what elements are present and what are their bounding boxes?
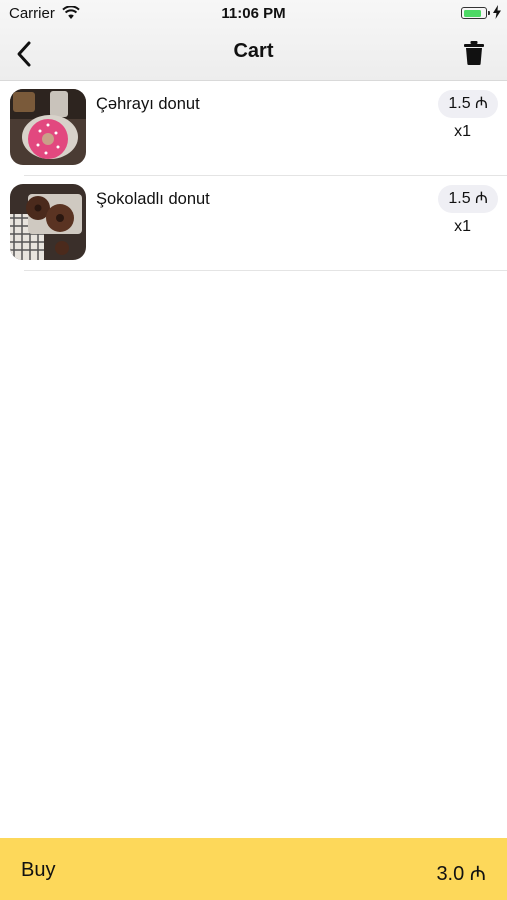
cart-item[interactable]: Çəhrayı donut 1.5 ₼ x1 [0,81,507,176]
item-quantity: x1 [454,123,471,140]
item-quantity: x1 [454,218,471,235]
buy-total: 3.0 ₼ [436,863,486,885]
item-name: Şokoladlı donut [96,190,210,208]
buy-button[interactable]: Buy 3.0 ₼ [0,838,507,900]
price-badge: 1.5 ₼ [438,90,498,118]
item-name: Çəhrayı donut [96,95,200,113]
battery-level [463,9,482,17]
battery-icon [461,7,490,19]
cart-list: Çəhrayı donut 1.5 ₼ x1 Şokoladlı donut 1… [0,81,507,271]
trash-icon[interactable] [463,40,485,66]
pink-donut-image [10,89,86,165]
page-title: Cart [233,40,274,62]
chocolate-donut-image [10,184,86,260]
price-badge: 1.5 ₼ [438,185,498,213]
buy-label: Buy [21,859,56,881]
top-bar: Carrier 11:06 PM Cart [0,0,507,81]
cart-item[interactable]: Şokoladlı donut 1.5 ₼ x1 [0,176,507,271]
status-bar: Carrier 11:06 PM [0,0,507,28]
status-time: 11:06 PM [221,5,286,22]
charging-bolt-icon [493,5,501,19]
navigation-bar: Cart [0,28,507,80]
